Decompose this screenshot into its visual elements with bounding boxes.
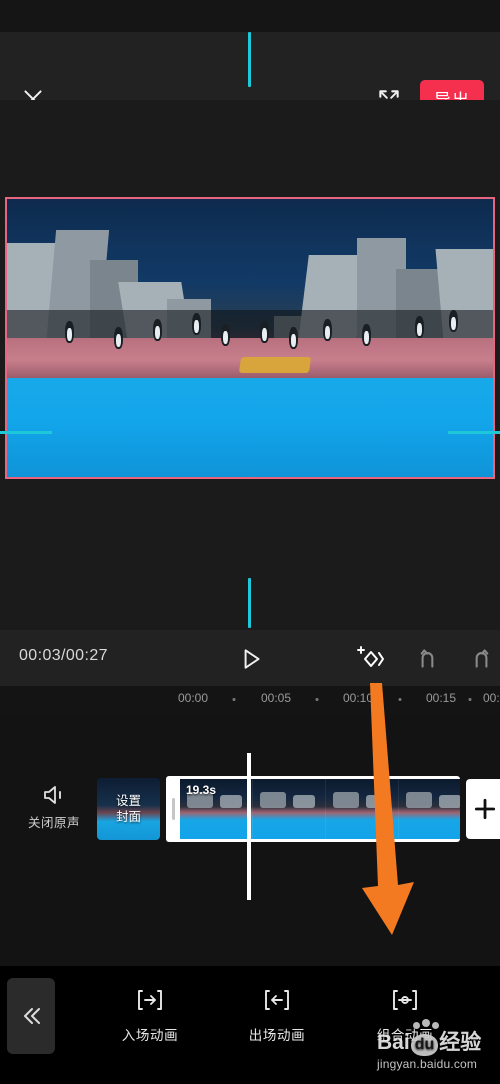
baidu-watermark-brand: Bai du 经验 <box>377 1032 481 1056</box>
baidu-watermark: Bai du 经验 jingyan.baidu.com <box>377 1019 481 1071</box>
ruler-tick: 00:05 <box>260 691 292 705</box>
baidu-brand-tail: 经验 <box>439 1031 482 1054</box>
top-playhead-indicator <box>248 32 251 87</box>
video-editor-screen: 导出 <box>0 0 500 1084</box>
ruler-dot <box>398 698 402 701</box>
video-preview-frame[interactable] <box>5 197 495 479</box>
timeline-ruler[interactable]: 00:00 00:05 00:10 00:15 00:20 <box>0 686 500 714</box>
video-clip-selected[interactable]: 19.3s <box>166 776 460 842</box>
add-clip-button[interactable] <box>466 779 500 839</box>
collapse-panel-button[interactable] <box>7 978 55 1054</box>
entrance-animation-icon <box>138 990 162 1010</box>
add-keyframe-icon <box>357 646 384 667</box>
clip-thumbnail-strip[interactable]: 19.3s <box>180 779 460 839</box>
preview-stage <box>0 100 500 630</box>
undo-button[interactable] <box>413 644 443 674</box>
exit-animation-icon <box>265 990 289 1010</box>
chevron-double-left-icon <box>24 1008 40 1024</box>
undo-icon <box>420 649 434 668</box>
add-keyframe-button[interactable] <box>350 642 386 676</box>
ruler-tick: 00:00 <box>177 691 209 705</box>
alignment-guide-left <box>0 431 52 434</box>
tool-exit-animation-label: 出场动画 <box>248 1028 306 1043</box>
redo-button[interactable] <box>466 644 496 674</box>
clip-duration-label: 19.3s <box>186 783 217 797</box>
play-icon <box>244 649 260 669</box>
ruler-dot <box>232 698 236 701</box>
redo-icon <box>475 649 489 668</box>
trim-grip <box>171 798 175 820</box>
tool-entrance-animation[interactable]: 入场动画 <box>107 988 193 1044</box>
speaker-mute-icon <box>44 786 61 804</box>
mute-original-audio-button[interactable]: 关闭原声 <box>22 784 86 831</box>
set-cover-button[interactable]: 设置 封面 <box>97 778 160 840</box>
ruler-tick: 00:15 <box>425 691 457 705</box>
stage-playhead-indicator <box>248 578 251 628</box>
ruler-dot <box>468 698 472 701</box>
baidu-brand-text: Bai <box>377 1031 410 1054</box>
plus-icon <box>474 798 496 820</box>
ruler-tick: 00:20 <box>482 691 500 705</box>
alignment-guide-right <box>448 431 500 434</box>
ruler-tick: 00:10 <box>342 691 374 705</box>
set-cover-label-line2: 封面 <box>115 810 141 824</box>
time-code: 00:03/00:27 <box>19 647 108 664</box>
play-button[interactable] <box>236 644 266 674</box>
video-preview-image <box>7 199 493 477</box>
mute-original-audio-label: 关闭原声 <box>27 816 80 830</box>
habitat-mat <box>239 357 312 374</box>
baidu-paw-icon: du <box>410 1034 439 1056</box>
timeline-playhead[interactable] <box>247 753 251 900</box>
transport-bar: 00:03/00:27 <box>0 630 500 686</box>
combo-animation-icon <box>393 990 417 1010</box>
tool-entrance-animation-label: 入场动画 <box>121 1028 179 1043</box>
clip-trim-handle-left[interactable] <box>166 779 180 839</box>
tool-exit-animation[interactable]: 出场动画 <box>234 988 320 1044</box>
ruler-dot <box>315 698 319 701</box>
set-cover-label: 设置 封面 <box>116 793 141 825</box>
baidu-watermark-url: jingyan.baidu.com <box>377 1057 478 1071</box>
set-cover-label-line1: 设置 <box>115 794 141 808</box>
status-strip <box>0 0 500 32</box>
